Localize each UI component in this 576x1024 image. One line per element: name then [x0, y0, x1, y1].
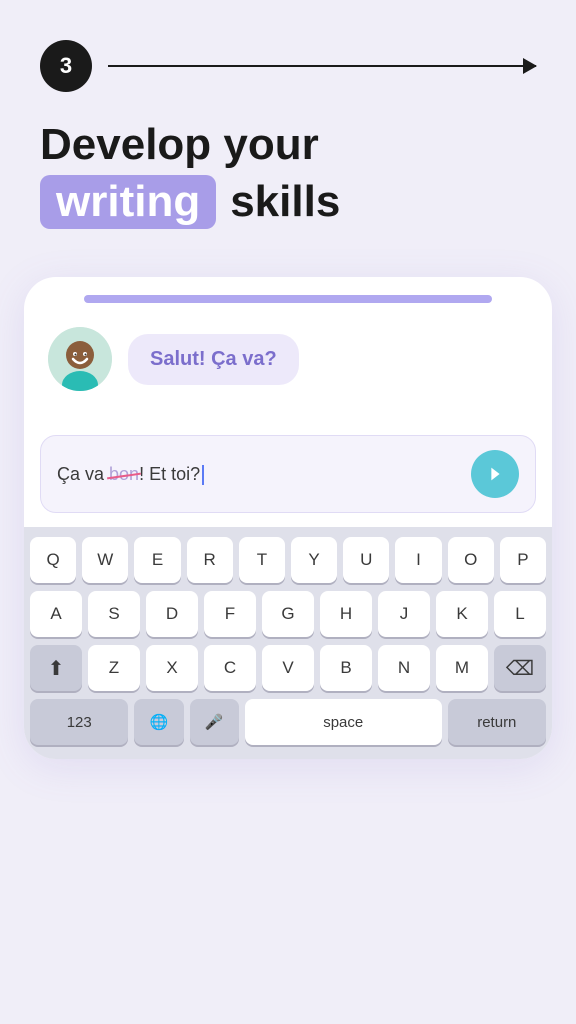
- key-c[interactable]: C: [204, 645, 256, 691]
- key-u[interactable]: U: [343, 537, 389, 583]
- step-row: 3: [40, 40, 536, 92]
- headline: Develop your writing skills: [40, 120, 536, 229]
- input-area[interactable]: Ça va bon! Et toi?: [40, 435, 536, 513]
- key-z[interactable]: Z: [88, 645, 140, 691]
- keyboard-row3: ⬆ Z X C V B N M ⌫: [30, 645, 546, 691]
- headline-line1: Develop your: [40, 120, 536, 171]
- key-m[interactable]: M: [436, 645, 488, 691]
- headline-skills: skills: [230, 177, 340, 228]
- key-j[interactable]: J: [378, 591, 430, 637]
- globe-key[interactable]: 🌐: [134, 699, 183, 745]
- key-k[interactable]: K: [436, 591, 488, 637]
- key-g[interactable]: G: [262, 591, 314, 637]
- key-e[interactable]: E: [134, 537, 180, 583]
- phone-top-bar: [84, 295, 492, 303]
- key-n[interactable]: N: [378, 645, 430, 691]
- keyboard-bottom-row: 123 🌐 🎤 space return: [30, 699, 546, 745]
- key-v[interactable]: V: [262, 645, 314, 691]
- key-p[interactable]: P: [500, 537, 546, 583]
- message-bubble: Salut! Ça va?: [128, 334, 299, 385]
- keyboard-row1: Q W E R T Y U I O P: [30, 537, 546, 583]
- send-button[interactable]: [471, 450, 519, 498]
- backspace-key[interactable]: ⌫: [494, 645, 546, 691]
- key-h[interactable]: H: [320, 591, 372, 637]
- key-o[interactable]: O: [448, 537, 494, 583]
- text-cursor: [202, 465, 204, 485]
- step-arrow: [108, 65, 536, 68]
- key-a[interactable]: A: [30, 591, 82, 637]
- key-w[interactable]: W: [82, 537, 128, 583]
- space-key[interactable]: space: [245, 699, 442, 745]
- key-r[interactable]: R: [187, 537, 233, 583]
- arrow-line: [108, 65, 536, 68]
- key-t[interactable]: T: [239, 537, 285, 583]
- phone-mockup: Salut! Ça va? Ça va bon! Et toi? Q W E R…: [24, 277, 552, 759]
- keyboard: Q W E R T Y U I O P A S D F G H J K L ⬆ …: [24, 527, 552, 759]
- input-text: Ça va bon! Et toi?: [57, 464, 204, 485]
- avatar: [48, 327, 112, 391]
- input-prefix: Ça va: [57, 464, 109, 484]
- key-i[interactable]: I: [395, 537, 441, 583]
- shift-key[interactable]: ⬆: [30, 645, 82, 691]
- highlighted-word: writing: [40, 175, 216, 230]
- key-s[interactable]: S: [88, 591, 140, 637]
- keyboard-row2: A S D F G H J K L: [30, 591, 546, 637]
- step-number: 3: [40, 40, 92, 92]
- numbers-key[interactable]: 123: [30, 699, 128, 745]
- top-section: 3 Develop your writing skills: [0, 0, 576, 249]
- key-d[interactable]: D: [146, 591, 198, 637]
- key-l[interactable]: L: [494, 591, 546, 637]
- key-q[interactable]: Q: [30, 537, 76, 583]
- return-key[interactable]: return: [448, 699, 546, 745]
- chat-message: Salut! Ça va?: [48, 327, 528, 391]
- chat-area: Salut! Ça va?: [24, 303, 552, 423]
- strikethrough-word: bon: [109, 464, 139, 485]
- input-suffix: ! Et toi?: [139, 464, 200, 484]
- key-f[interactable]: F: [204, 591, 256, 637]
- key-y[interactable]: Y: [291, 537, 337, 583]
- key-x[interactable]: X: [146, 645, 198, 691]
- headline-line2: writing skills: [40, 175, 536, 230]
- mic-key[interactable]: 🎤: [190, 699, 239, 745]
- key-b[interactable]: B: [320, 645, 372, 691]
